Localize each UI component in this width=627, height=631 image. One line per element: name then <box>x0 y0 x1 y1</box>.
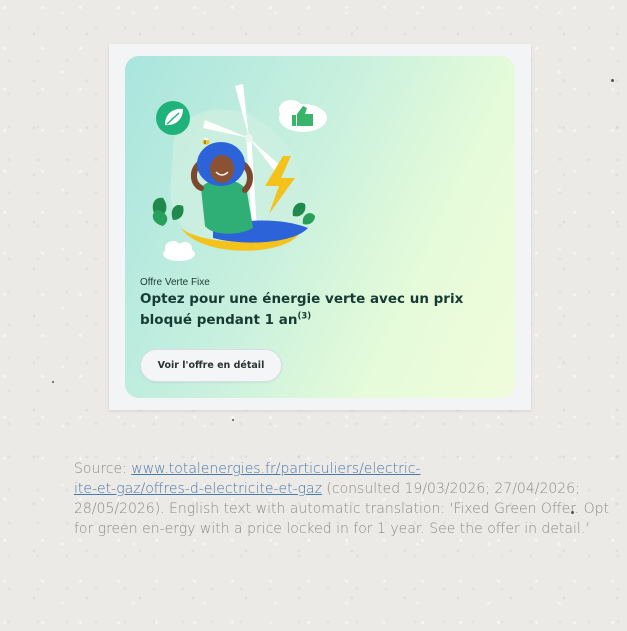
source-link-line2: ite-et-gaz/offres-d-electricite-et-gaz <box>74 481 322 497</box>
thumbs-up-cloud-icon <box>279 100 327 132</box>
offer-label: Offre Verte Fixe <box>140 277 210 288</box>
paper-speck <box>232 419 234 421</box>
offer-card: Offre Verte Fixe Optez pour une énergie … <box>125 56 515 398</box>
leaf-badge-icon <box>156 101 190 135</box>
paper-speck <box>611 79 614 82</box>
offer-title-text: Optez pour une énergie verte avec un pri… <box>140 291 464 328</box>
plant-leaves-right-icon <box>292 202 315 225</box>
source-caption: Source: www.totalenergies.fr/particulier… <box>74 459 609 539</box>
see-offer-details-button[interactable]: Voir l'offre en détail <box>140 349 282 382</box>
source-link-line1: www.totalenergies.fr/particuliers/electr… <box>131 461 421 477</box>
cloud-icon <box>163 241 195 261</box>
offer-title: Optez pour une énergie verte avec un pri… <box>140 289 500 331</box>
offer-card-frame: Offre Verte Fixe Optez pour une énergie … <box>109 44 531 410</box>
paper-speck <box>52 381 54 383</box>
paper-speck <box>571 511 574 514</box>
green-energy-illustration <box>152 84 327 261</box>
offer-title-footnote: (3) <box>297 311 312 322</box>
caption-prefix: Source: <box>74 461 132 477</box>
